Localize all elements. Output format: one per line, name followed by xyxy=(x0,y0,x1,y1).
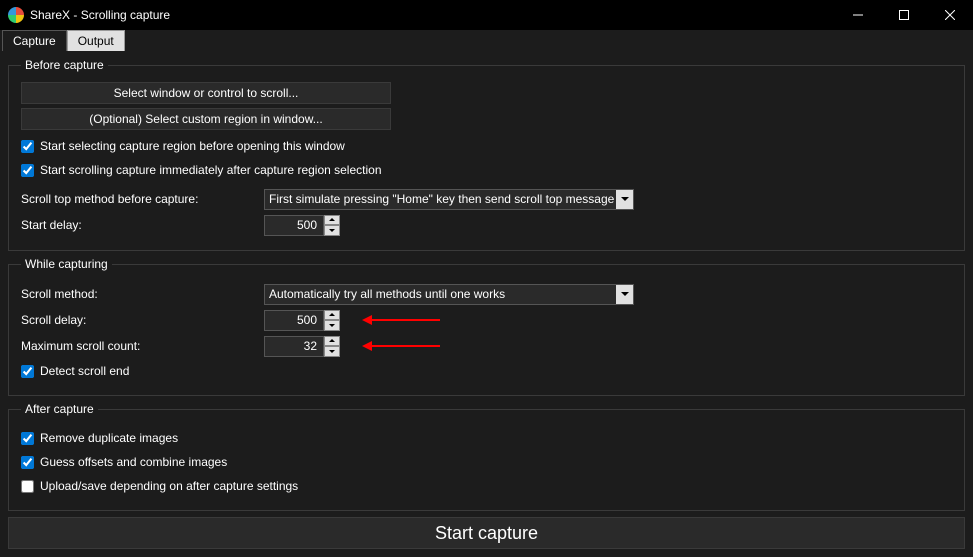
window-title: ShareX - Scrolling capture xyxy=(30,8,170,22)
start-capture-button[interactable]: Start capture xyxy=(8,517,965,549)
chk-guess-offsets[interactable] xyxy=(21,456,34,469)
scroll-method-label: Scroll method: xyxy=(21,287,264,301)
chevron-down-icon xyxy=(616,285,633,304)
minimize-button[interactable] xyxy=(835,0,881,30)
annotation-arrow-icon xyxy=(370,345,440,347)
spinner-up-icon[interactable] xyxy=(324,310,340,321)
scroll-method-select[interactable]: Automatically try all methods until one … xyxy=(264,284,634,305)
start-delay-spinner[interactable] xyxy=(264,215,340,236)
chk-start-selecting-region-label: Start selecting capture region before op… xyxy=(40,139,345,153)
annotation-arrow-icon xyxy=(370,319,440,321)
spinner-down-icon[interactable] xyxy=(324,225,340,236)
scroll-delay-spinner[interactable] xyxy=(264,310,340,331)
scroll-top-method-label: Scroll top method before capture: xyxy=(21,192,264,206)
tabstrip: Capture Output xyxy=(0,30,973,52)
select-region-button[interactable]: (Optional) Select custom region in windo… xyxy=(21,108,391,130)
select-window-button[interactable]: Select window or control to scroll... xyxy=(21,82,391,104)
max-scroll-count-spinner[interactable] xyxy=(264,336,340,357)
before-capture-legend: Before capture xyxy=(21,58,108,72)
chk-detect-scroll-end[interactable] xyxy=(21,365,34,378)
while-capturing-legend: While capturing xyxy=(21,257,112,271)
scroll-method-value: Automatically try all methods until one … xyxy=(269,287,505,301)
scroll-top-method-value: First simulate pressing "Home" key then … xyxy=(269,192,614,206)
start-delay-label: Start delay: xyxy=(21,218,264,232)
titlebar: ShareX - Scrolling capture xyxy=(0,0,973,30)
max-scroll-count-input[interactable] xyxy=(264,336,324,357)
content-area: Before capture Select window or control … xyxy=(0,52,973,557)
spinner-up-icon[interactable] xyxy=(324,215,340,226)
chk-remove-duplicate-images[interactable] xyxy=(21,432,34,445)
tab-capture[interactable]: Capture xyxy=(2,30,67,51)
chk-detect-scroll-end-label: Detect scroll end xyxy=(40,364,129,378)
chk-start-scrolling-immediately[interactable] xyxy=(21,164,34,177)
spinner-up-icon[interactable] xyxy=(324,336,340,347)
chk-upload-save-label: Upload/save depending on after capture s… xyxy=(40,479,298,493)
max-scroll-count-label: Maximum scroll count: xyxy=(21,339,264,353)
scroll-top-method-select[interactable]: First simulate pressing "Home" key then … xyxy=(264,189,634,210)
chk-start-selecting-region[interactable] xyxy=(21,140,34,153)
scroll-delay-label: Scroll delay: xyxy=(21,313,264,327)
scroll-delay-input[interactable] xyxy=(264,310,324,331)
maximize-button[interactable] xyxy=(881,0,927,30)
chk-upload-save[interactable] xyxy=(21,480,34,493)
spinner-down-icon[interactable] xyxy=(324,320,340,331)
close-button[interactable] xyxy=(927,0,973,30)
chk-remove-duplicate-images-label: Remove duplicate images xyxy=(40,431,178,445)
tab-output[interactable]: Output xyxy=(67,30,125,51)
after-capture-legend: After capture xyxy=(21,402,98,416)
spinner-down-icon[interactable] xyxy=(324,346,340,357)
while-capturing-group: While capturing Scroll method: Automatic… xyxy=(8,257,965,396)
chk-guess-offsets-label: Guess offsets and combine images xyxy=(40,455,227,469)
after-capture-group: After capture Remove duplicate images Gu… xyxy=(8,402,965,511)
chevron-down-icon xyxy=(616,190,633,209)
start-delay-input[interactable] xyxy=(264,215,324,236)
chk-start-scrolling-immediately-label: Start scrolling capture immediately afte… xyxy=(40,163,382,177)
sharex-logo-icon xyxy=(8,7,24,23)
before-capture-group: Before capture Select window or control … xyxy=(8,58,965,251)
